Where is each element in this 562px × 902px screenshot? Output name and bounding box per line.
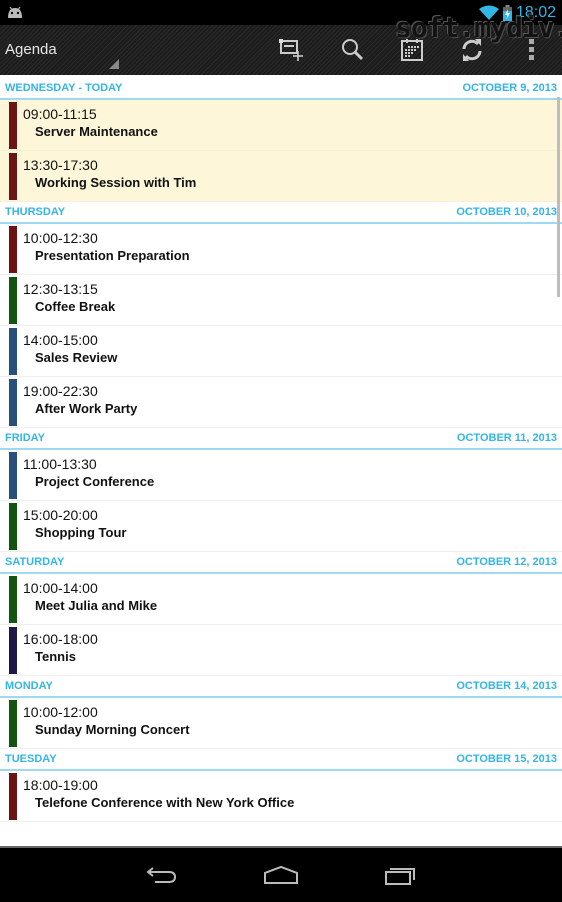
day-name: TUESDAY <box>5 753 57 765</box>
scrollbar[interactable] <box>557 97 560 297</box>
event-time: 10:00-14:00 <box>23 580 98 596</box>
event-title: Telefone Conference with New York Office <box>35 795 295 810</box>
event-color-bar <box>9 153 17 200</box>
event-title: Working Session with Tim <box>35 175 197 190</box>
event-item[interactable]: 13:30-17:30 Working Session with Tim <box>0 151 562 202</box>
back-button[interactable] <box>137 860 187 890</box>
event-title: Tennis <box>35 649 76 664</box>
new-event-icon <box>279 39 303 61</box>
event-title: Server Maintenance <box>35 124 158 139</box>
event-color-bar <box>9 102 17 149</box>
event-title: Presentation Preparation <box>35 248 190 263</box>
event-item[interactable]: 10:00-12:00 Sunday Morning Concert <box>0 698 562 749</box>
event-title: Coffee Break <box>35 299 116 314</box>
day-header: FRIDAY OCTOBER 11, 2013 <box>0 428 562 450</box>
event-time: 14:00-15:00 <box>23 332 98 348</box>
event-time: 10:00-12:30 <box>23 230 98 246</box>
day-name: THURSDAY <box>5 206 66 218</box>
event-item[interactable]: 11:00-13:30 Project Conference <box>0 450 562 501</box>
day-name: MONDAY <box>5 680 53 692</box>
event-color-bar <box>9 700 17 747</box>
event-title: Sunday Morning Concert <box>35 722 190 737</box>
event-color-bar <box>9 452 17 499</box>
day-date: OCTOBER 11, 2013 <box>456 432 557 444</box>
action-bar: Agenda soft.mydiv.net <box>0 11 562 75</box>
event-item[interactable]: 10:00-12:30 Presentation Preparation <box>0 224 562 275</box>
back-icon <box>146 867 177 883</box>
day-header: THURSDAY OCTOBER 10, 2013 <box>0 202 562 224</box>
event-time: 16:00-18:00 <box>23 631 98 647</box>
event-color-bar <box>9 503 17 550</box>
event-time: 11:00-13:30 <box>23 456 97 472</box>
spinner-caret-icon <box>109 59 119 69</box>
view-selector-spinner[interactable]: Agenda <box>0 25 125 75</box>
home-button[interactable] <box>256 860 306 890</box>
event-time: 12:30-13:15 <box>23 281 98 297</box>
day-date: OCTOBER 15, 2013 <box>456 753 557 765</box>
overflow-menu-icon <box>529 39 534 60</box>
event-item[interactable]: 19:00-22:30 After Work Party <box>0 377 562 428</box>
day-date: OCTOBER 14, 2013 <box>456 680 557 692</box>
event-item[interactable]: 09:00-11:15 Server Maintenance <box>0 100 562 151</box>
search-button[interactable] <box>336 33 370 67</box>
day-header: TUESDAY OCTOBER 15, 2013 <box>0 749 562 771</box>
event-title: Shopping Tour <box>35 525 127 540</box>
day-date: OCTOBER 9, 2013 <box>462 82 557 94</box>
event-item[interactable]: 14:00-15:00 Sales Review <box>0 326 562 377</box>
event-time: 18:00-19:00 <box>23 777 98 793</box>
event-item[interactable]: 16:00-18:00 Tennis <box>0 625 562 676</box>
event-title: After Work Party <box>35 401 138 416</box>
event-item[interactable]: 12:30-13:15 Coffee Break <box>0 275 562 326</box>
event-time: 15:00-20:00 <box>23 507 98 523</box>
event-color-bar <box>9 328 17 375</box>
event-time: 13:30-17:30 <box>23 157 98 173</box>
event-color-bar <box>9 627 17 674</box>
refresh-icon <box>462 39 482 61</box>
day-name: SATURDAY <box>5 556 65 568</box>
calendar-icon <box>401 39 423 61</box>
navigation-bar <box>0 846 562 902</box>
day-header: SATURDAY OCTOBER 12, 2013 <box>0 552 562 574</box>
event-item[interactable]: 10:00-14:00 Meet Julia and Mike <box>0 574 562 625</box>
recent-apps-icon <box>385 868 415 885</box>
home-icon <box>264 865 298 884</box>
search-icon <box>342 39 364 61</box>
day-name: WEDNESDAY - TODAY <box>5 82 123 94</box>
event-title: Meet Julia and Mike <box>35 598 158 613</box>
day-name: FRIDAY <box>5 432 45 444</box>
event-color-bar <box>9 226 17 273</box>
view-selector-label: Agenda <box>5 41 57 58</box>
refresh-button[interactable] <box>455 33 489 67</box>
agenda-list[interactable]: WEDNESDAY - TODAY OCTOBER 9, 2013 09:00-11… <box>0 78 562 846</box>
new-event-button[interactable] <box>275 33 309 67</box>
event-title: Project Conference <box>35 474 155 489</box>
event-time: 10:00-12:00 <box>23 704 98 720</box>
event-color-bar <box>9 576 17 623</box>
event-color-bar <box>9 277 17 324</box>
overflow-menu-button[interactable] <box>515 33 549 67</box>
day-header: MONDAY OCTOBER 14, 2013 <box>0 676 562 698</box>
event-item[interactable]: 15:00-20:00 Shopping Tour <box>0 501 562 552</box>
event-title: Sales Review <box>35 350 118 365</box>
event-time: 09:00-11:15 <box>23 106 97 122</box>
day-header: WEDNESDAY - TODAY OCTOBER 9, 2013 <box>0 78 562 100</box>
android-notification-icon <box>8 6 22 18</box>
event-item[interactable]: 18:00-19:00 Telefone Conference with New … <box>0 771 562 822</box>
day-date: OCTOBER 12, 2013 <box>456 556 557 568</box>
event-color-bar <box>9 773 17 820</box>
event-color-bar <box>9 379 17 426</box>
recent-apps-button[interactable] <box>376 860 426 890</box>
day-date: OCTOBER 10, 2013 <box>456 206 557 218</box>
event-time: 19:00-22:30 <box>23 383 98 399</box>
go-to-date-button[interactable] <box>395 33 429 67</box>
